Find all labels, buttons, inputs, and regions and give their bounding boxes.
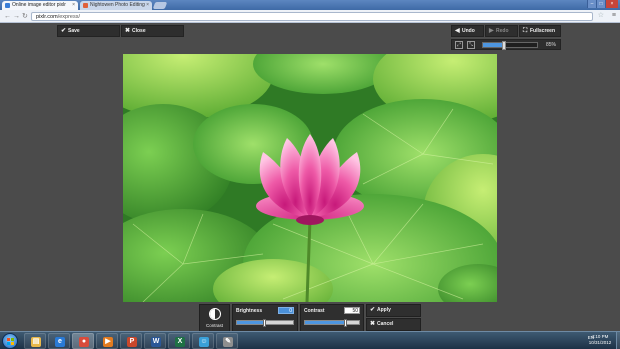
zoom-percent: 85%	[545, 42, 556, 48]
close-icon: ✖	[370, 321, 376, 327]
checkmark-icon: ✔	[61, 28, 67, 34]
zoom-control: ⤢ ⤡ 85%	[451, 39, 561, 50]
close-icon: ✖	[125, 28, 131, 34]
url-host: pixlr.com	[36, 14, 58, 20]
taskbar-app-button[interactable]: P	[120, 333, 142, 349]
close-tab-icon[interactable]: ×	[72, 2, 75, 8]
zoom-actual-icon[interactable]: ⤡	[467, 41, 475, 49]
fullscreen-label: Fullscreen	[530, 28, 556, 34]
apply-button[interactable]: ✔ Apply	[366, 304, 421, 317]
tab-photo-editing[interactable]: Nightowen Photo Editing ×	[80, 1, 152, 10]
zoom-slider-handle[interactable]	[501, 41, 506, 50]
zoom-fit-icon[interactable]: ⤢	[455, 41, 463, 49]
wrench-menu-icon[interactable]: ≡	[612, 12, 616, 20]
checkmark-icon: ✔	[370, 307, 376, 313]
redo-label: Redo	[496, 28, 509, 34]
brightness-slider-fill	[237, 321, 265, 324]
contrast-control: Contrast 50	[300, 304, 364, 332]
address-bar[interactable]: pixlr.com/express/	[31, 12, 593, 21]
explorer-icon: ▤	[31, 337, 41, 347]
messenger-icon: ☺	[199, 337, 209, 347]
clock-date: 10/31/2012	[588, 340, 612, 345]
lotus-photo	[123, 54, 497, 302]
adjust-actions: ✔ Apply ✖ Cancel	[366, 304, 421, 332]
contrast-tool-button[interactable]: Contrast	[199, 304, 230, 332]
brightness-control: Brightness 0	[232, 304, 298, 332]
browser-toolbar: ← → ↻ pixlr.com/express/ ☆ ≡	[0, 10, 620, 23]
windows-logo-icon	[7, 338, 10, 341]
save-label: Save	[68, 28, 80, 34]
back-icon[interactable]: ←	[4, 13, 11, 20]
image-canvas[interactable]	[123, 54, 497, 302]
taskbar-app-button[interactable]: ☺	[192, 333, 214, 349]
zoom-slider[interactable]	[482, 41, 538, 50]
bookmark-star-icon[interactable]: ☆	[598, 12, 604, 20]
excel-icon: X	[175, 337, 185, 347]
minimize-icon[interactable]: –	[587, 0, 596, 8]
close-tab-icon[interactable]: ×	[146, 2, 149, 8]
reload-icon[interactable]: ↻	[22, 13, 28, 20]
redo-button[interactable]: ▶ Redo	[485, 25, 518, 37]
taskbar-app-button[interactable]: ●	[72, 333, 94, 349]
page-favicon-icon	[83, 3, 88, 8]
brightness-input[interactable]: 0	[278, 307, 294, 314]
forward-icon[interactable]: →	[13, 13, 20, 20]
undo-button[interactable]: ◀ Undo	[451, 25, 484, 37]
cancel-button[interactable]: ✖ Cancel	[366, 318, 421, 331]
contrast-slider[interactable]	[304, 319, 360, 327]
window-controls: – □ ×	[587, 0, 618, 8]
close-button[interactable]: ✖ Close	[121, 25, 184, 37]
show-desktop-button[interactable]	[616, 332, 620, 349]
start-button[interactable]	[2, 333, 18, 349]
url-path: /express/	[57, 14, 81, 20]
taskbar-app-button[interactable]: ✎	[216, 333, 238, 349]
close-window-icon[interactable]: ×	[605, 0, 618, 8]
browser-tab-strip: Online image editor pixlr × Nightowen Ph…	[0, 0, 620, 10]
system-clock[interactable]: 4:10 PM 10/31/2012	[586, 334, 614, 346]
fullscreen-button[interactable]: ⛶ Fullscreen	[519, 25, 561, 37]
editor-workspace: ✔ Save ✖ Close ◀ Undo ▶ Redo ⛶ Fullscree…	[0, 23, 620, 332]
tool-caption: Contrast	[205, 323, 223, 328]
taskbar-app-button[interactable]: W	[144, 333, 166, 349]
contrast-icon	[209, 308, 221, 320]
cancel-label: Cancel	[377, 321, 394, 327]
contrast-label: Contrast	[304, 308, 325, 314]
apply-label: Apply	[377, 307, 391, 313]
contrast-input[interactable]: 50	[344, 307, 360, 314]
taskbar-app-button[interactable]: ▶	[96, 333, 118, 349]
internet-explorer-icon: e	[55, 337, 65, 347]
undo-label: Undo	[462, 28, 475, 34]
tab-pixlr[interactable]: Online image editor pixlr ×	[2, 1, 78, 10]
tab-title: Online image editor pixlr	[12, 2, 66, 8]
contrast-slider-handle[interactable]	[343, 319, 347, 327]
chrome-icon: ●	[79, 337, 89, 347]
zoom-slider-fill	[483, 43, 504, 47]
word-icon: W	[151, 337, 161, 347]
brightness-slider-handle[interactable]	[263, 319, 266, 327]
taskbar-app-button[interactable]: e	[48, 333, 70, 349]
redo-arrow-icon: ▶	[489, 28, 494, 34]
contrast-slider-fill	[305, 321, 346, 324]
new-tab-button[interactable]	[152, 2, 168, 9]
tab-title: Nightowen Photo Editing	[90, 2, 145, 8]
windows-taskbar: ▤ e ● ▶ P W X ☺ ✎ EN 4:10 PM 10/31/2012	[0, 331, 620, 349]
media-player-icon: ▶	[103, 337, 113, 347]
maximize-icon[interactable]: □	[596, 0, 605, 8]
pixlr-favicon-icon	[5, 3, 10, 8]
powerpoint-icon: P	[127, 337, 137, 347]
paint-icon: ✎	[223, 337, 233, 347]
brightness-slider[interactable]	[236, 319, 294, 327]
close-label: Close	[132, 28, 146, 34]
fullscreen-icon: ⛶	[523, 28, 528, 34]
brightness-label: Brightness	[236, 308, 263, 314]
taskbar-app-button[interactable]: ▤	[24, 333, 46, 349]
save-button[interactable]: ✔ Save	[57, 25, 120, 37]
taskbar-app-button[interactable]: X	[168, 333, 190, 349]
undo-arrow-icon: ◀	[455, 28, 460, 34]
